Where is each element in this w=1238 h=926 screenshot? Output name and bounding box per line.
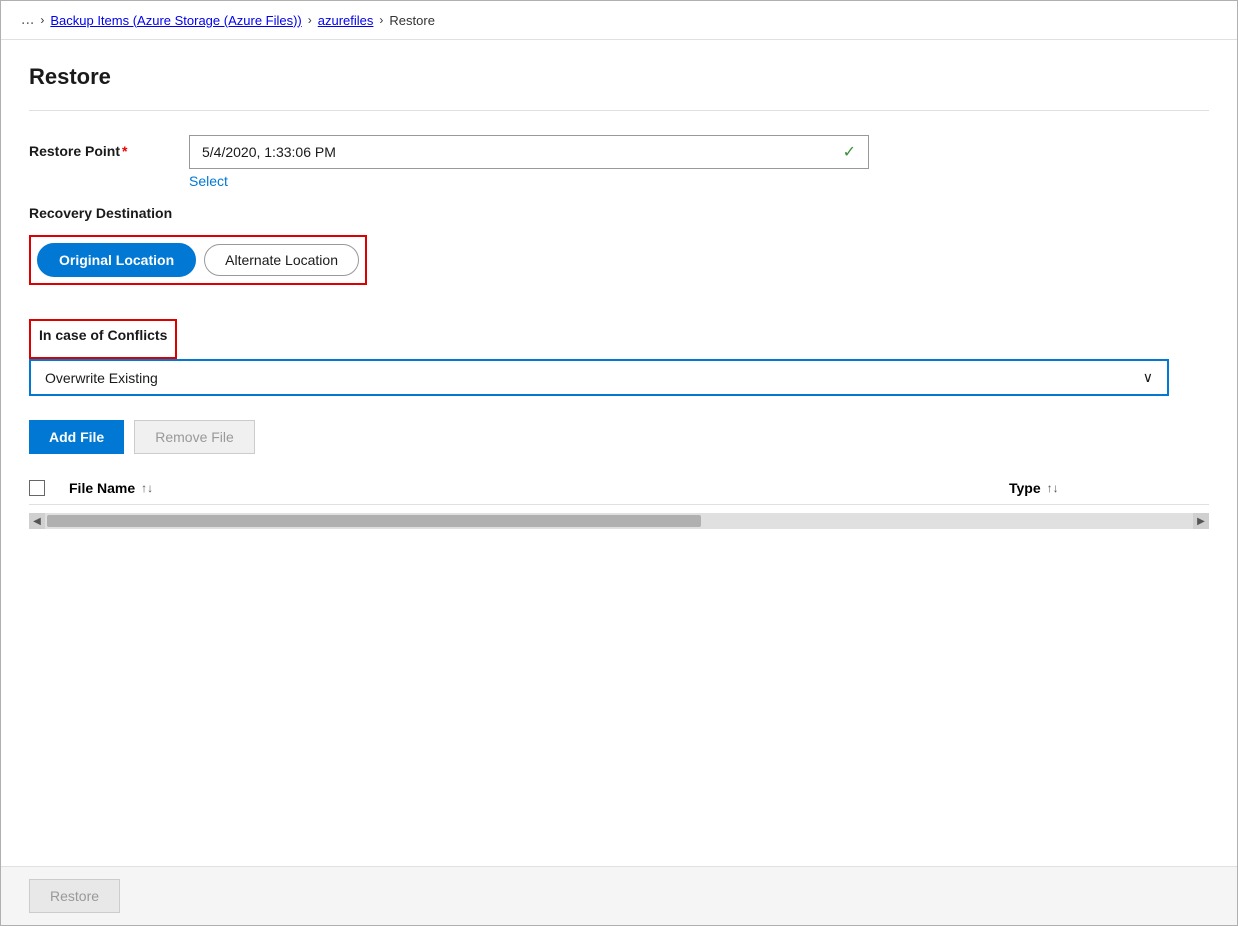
type-column-header: Type ↑↓: [1009, 480, 1209, 496]
restore-point-value-group: 5/4/2020, 1:33:06 PM ✓ Select: [189, 135, 1209, 189]
page-title: Restore: [29, 64, 1209, 90]
scrollbar-thumb[interactable]: [47, 515, 701, 527]
original-location-button[interactable]: Original Location: [37, 243, 196, 277]
conflicts-label: In case of Conflicts: [39, 327, 167, 343]
restore-point-row: Restore Point* 5/4/2020, 1:33:06 PM ✓ Se…: [29, 135, 1209, 189]
scroll-right-arrow[interactable]: ▶: [1193, 513, 1209, 529]
breadcrumb-dots: ...: [21, 11, 34, 29]
select-link[interactable]: Select: [189, 173, 1209, 189]
conflicts-dropdown-value: Overwrite Existing: [45, 370, 158, 386]
breadcrumb-item1[interactable]: Backup Items (Azure Storage (Azure Files…: [50, 13, 301, 28]
title-divider: [29, 110, 1209, 111]
add-file-button[interactable]: Add File: [29, 420, 124, 454]
chevron-down-icon: ∨: [1143, 369, 1153, 386]
breadcrumb: ... › Backup Items (Azure Storage (Azure…: [1, 1, 1237, 40]
scrollbar-track[interactable]: [45, 515, 1193, 527]
scroll-left-arrow[interactable]: ◀: [29, 513, 45, 529]
breadcrumb-sep3: ›: [379, 13, 383, 27]
conflicts-red-box: In case of Conflicts: [29, 319, 177, 359]
header-checkbox[interactable]: [29, 480, 45, 496]
horizontal-scrollbar[interactable]: ◀ ▶: [29, 513, 1209, 529]
required-marker: *: [122, 143, 127, 159]
recovery-destination-section: Recovery Destination Original Location A…: [29, 205, 1209, 285]
alternate-location-button[interactable]: Alternate Location: [204, 244, 359, 276]
type-label: Type: [1009, 480, 1041, 496]
breadcrumb-sep2: ›: [308, 13, 312, 27]
content-area: Restore Restore Point* 5/4/2020, 1:33:06…: [1, 40, 1237, 866]
filename-label: File Name: [69, 480, 135, 496]
remove-file-button: Remove File: [134, 420, 255, 454]
filename-column-header: File Name ↑↓: [69, 480, 1009, 496]
restore-point-label: Restore Point*: [29, 135, 189, 159]
table-header: File Name ↑↓ Type ↑↓: [29, 472, 1209, 505]
breadcrumb-current: Restore: [389, 13, 435, 28]
conflicts-section: In case of Conflicts Overwrite Existing …: [29, 319, 1209, 396]
breadcrumb-sep1: ›: [40, 13, 44, 27]
main-window: ... › Backup Items (Azure Storage (Azure…: [0, 0, 1238, 926]
conflicts-dropdown[interactable]: Overwrite Existing ∨: [29, 359, 1169, 396]
restore-button: Restore: [29, 879, 120, 913]
header-checkbox-col: [29, 480, 69, 496]
location-red-box: Original Location Alternate Location: [29, 235, 367, 285]
checkmark-icon: ✓: [843, 142, 856, 162]
footer-bar: Restore: [1, 866, 1237, 925]
restore-point-date: 5/4/2020, 1:33:06 PM: [202, 144, 336, 160]
recovery-destination-heading: Recovery Destination: [29, 205, 1209, 221]
breadcrumb-item2[interactable]: azurefiles: [318, 13, 374, 28]
type-sort-icon[interactable]: ↑↓: [1047, 481, 1059, 495]
filename-sort-icon[interactable]: ↑↓: [141, 481, 153, 495]
restore-point-input[interactable]: 5/4/2020, 1:33:06 PM ✓: [189, 135, 869, 169]
location-buttons: Original Location Alternate Location: [37, 243, 359, 277]
file-buttons: Add File Remove File: [29, 420, 1209, 454]
